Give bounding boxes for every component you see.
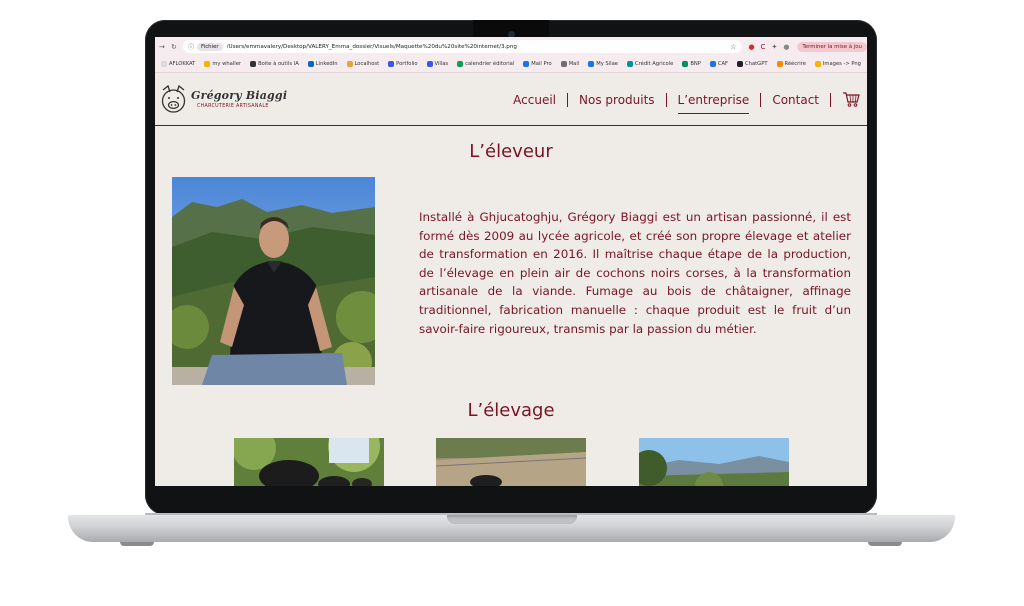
profile-avatar-icon[interactable]: ● — [783, 43, 789, 51]
breeder-photo — [172, 177, 375, 385]
bookmark-label: my whaller — [212, 61, 242, 67]
bookmark-item[interactable]: Mail — [560, 61, 580, 67]
bookmark-item[interactable]: Localhost — [346, 61, 380, 67]
bookmark-favicon-icon — [307, 61, 314, 67]
elevage-photo-1[interactable] — [234, 438, 384, 486]
site-header: Grégory Biaggi CHARCUTERIE ARTISANALE Ac… — [155, 73, 867, 126]
eleveur-title: L’éleveur — [469, 141, 553, 162]
brand-tagline: CHARCUTERIE ARTISANALE — [197, 104, 269, 109]
bookmark-favicon-icon — [457, 61, 464, 67]
laptop-opening-groove — [447, 515, 577, 524]
bookmark-favicon-icon — [626, 61, 633, 67]
menu-separator — [830, 93, 831, 107]
menu-item-2[interactable]: L’entreprise — [667, 93, 761, 114]
breeder-bio: Installé à Ghjucatoghju, Grégory Biaggi … — [419, 210, 851, 336]
bookmark-favicon-icon — [161, 61, 167, 67]
bookmark-favicon-icon — [737, 61, 744, 67]
bookmark-label: Images -> Png — [822, 61, 861, 67]
bookmark-item[interactable]: My Silae — [588, 61, 618, 67]
bookmark-label: AFLOKKAT — [169, 61, 196, 67]
bookmark-item[interactable]: Portfolio — [388, 61, 418, 67]
bookmark-label: Boite à outils IA — [258, 61, 299, 67]
bookmark-favicon-icon — [426, 61, 433, 67]
bookmark-label: Mail Pro — [531, 61, 552, 67]
address-bar[interactable]: ⓘ Fichier /Users/emmavalery/Desktop/VALE… — [182, 40, 743, 53]
url-text: /Users/emmavalery/Desktop/VALERY_Emma_do… — [226, 43, 517, 50]
extensions-puzzle-icon[interactable]: ✦ — [771, 43, 777, 51]
bookmark-favicon-icon — [588, 61, 595, 67]
bookmarks-bar: AFLOKKAT my whaller Boite à outils IA Linke… — [155, 56, 867, 73]
main-menu: Accueil Nos produits L’entreprise Contact — [502, 93, 831, 114]
browser-toolbar: → ↻ ⓘ Fichier /Users/emmavalery/Desktop/… — [155, 37, 867, 56]
menu-item-3[interactable]: Contact — [761, 93, 830, 107]
elevage-photo-2[interactable] — [436, 438, 586, 486]
bookmark-favicon-icon — [204, 61, 211, 67]
bookmark-item[interactable]: Réécrire — [776, 61, 806, 67]
bookmark-label: Villas — [434, 61, 449, 67]
bookmark-item[interactable]: CAF — [709, 61, 729, 67]
bookmark-favicon-icon — [709, 61, 716, 67]
bookmark-label: My Silae — [596, 61, 618, 67]
brand-name[interactable]: Grégory Biaggi — [191, 89, 287, 102]
elevage-photo-3[interactable] — [639, 438, 789, 486]
laptop-foot-right — [868, 542, 902, 546]
bookmark-star-icon[interactable]: ☆ — [730, 43, 736, 51]
elevage-title: L’élevage — [467, 400, 555, 421]
laptop-screen: → ↻ ⓘ Fichier /Users/emmavalery/Desktop/… — [155, 37, 867, 486]
bookmark-item[interactable]: Boite à outils IA — [250, 61, 299, 67]
bookmark-label: Portfolio — [396, 61, 418, 67]
reload-icon[interactable]: ↻ — [169, 43, 179, 51]
bookmark-item[interactable]: calendrier éditorial — [457, 61, 514, 67]
bookmark-item[interactable]: Images -> Png — [814, 61, 861, 67]
bookmark-label: calendrier éditorial — [465, 61, 515, 67]
bookmark-item[interactable]: ChatGPT — [737, 61, 768, 67]
file-chip: Fichier — [196, 42, 223, 51]
bookmark-label: Crédit Agricole — [634, 61, 674, 67]
laptop-foot-left — [120, 542, 154, 546]
bookmark-item[interactable]: Crédit Agricole — [626, 61, 674, 67]
bookmark-favicon-icon — [388, 61, 395, 67]
bookmark-label: Mail — [568, 61, 580, 67]
bookmark-label: ChatGPT — [745, 61, 768, 67]
bookmark-favicon-icon — [682, 61, 689, 67]
bookmark-favicon-icon — [814, 61, 821, 67]
menu-item-1[interactable]: Nos produits — [568, 93, 666, 107]
bookmark-favicon-icon — [250, 61, 257, 67]
bookmark-label: CAF — [717, 61, 729, 67]
update-browser-button[interactable]: Terminer la mise à jou — [797, 41, 867, 52]
bookmark-label: Réécrire — [784, 61, 806, 67]
info-icon[interactable]: ⓘ — [188, 42, 194, 51]
bookmark-item[interactable]: my whaller — [204, 61, 241, 67]
bookmark-favicon-icon — [523, 61, 530, 67]
bookmark-item[interactable]: Mail Pro — [523, 61, 552, 67]
bookmark-favicon-icon — [346, 61, 353, 67]
bookmark-label: BNP — [690, 61, 701, 67]
bookmark-favicon-icon — [776, 61, 783, 67]
forward-icon[interactable]: → — [157, 43, 167, 51]
bookmark-item[interactable]: LinkedIn — [307, 61, 338, 67]
extension-icon-red[interactable]: ● — [748, 43, 754, 51]
bookmark-item[interactable]: Villas — [426, 61, 449, 67]
bookmark-item[interactable]: BNP — [682, 61, 701, 67]
cart-icon[interactable] — [842, 90, 860, 108]
menu-item-0[interactable]: Accueil — [502, 93, 567, 107]
extension-c-icon[interactable]: C — [761, 43, 766, 51]
bookmark-item[interactable]: AFLOKKAT — [161, 61, 195, 67]
bookmark-favicon-icon — [560, 61, 567, 67]
pig-logo-icon[interactable] — [157, 84, 191, 116]
bookmark-label: Localhost — [354, 61, 380, 67]
bookmark-label: LinkedIn — [315, 61, 338, 67]
